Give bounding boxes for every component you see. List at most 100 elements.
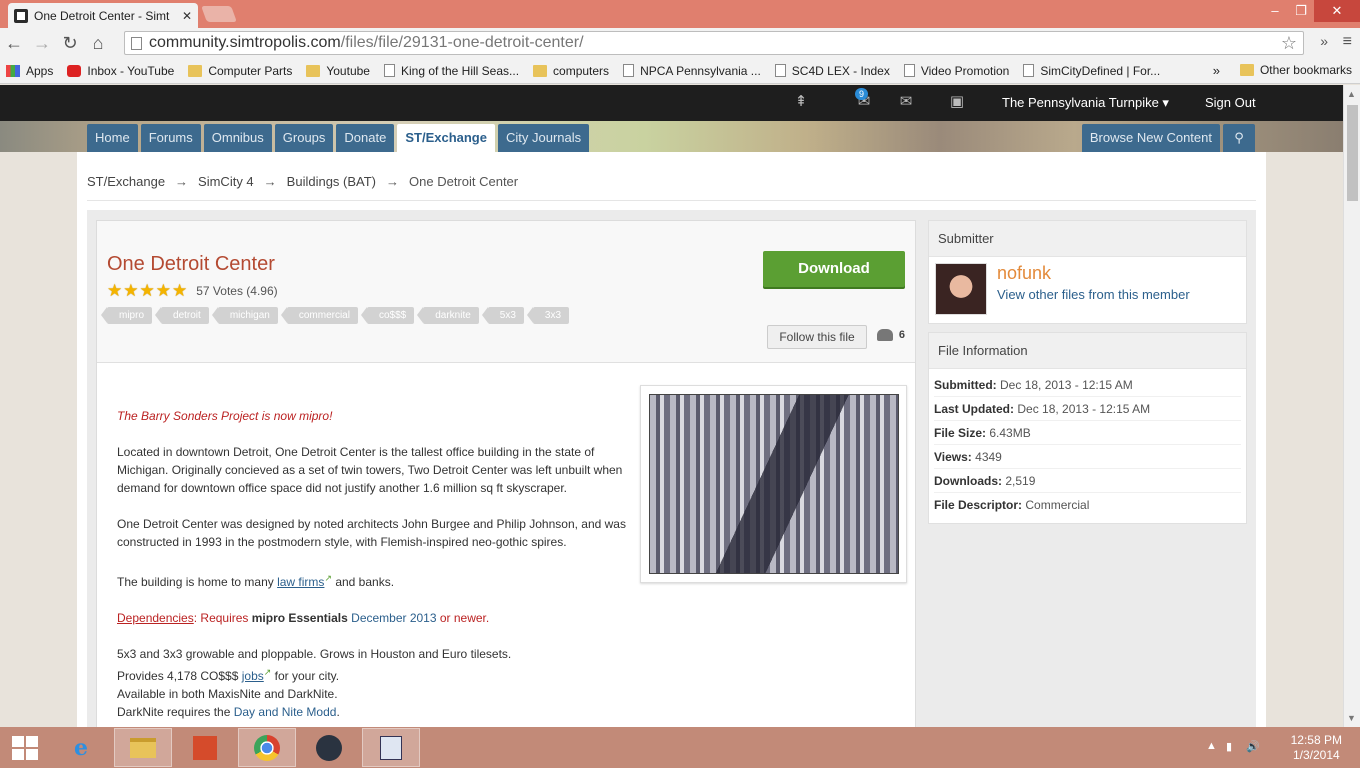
breadcrumb-simcity-4[interactable]: SimCity 4: [198, 174, 254, 189]
site-nav-strip: Home Forums Omnibus Groups Donate ST/Exc…: [0, 121, 1343, 152]
reload-icon[interactable]: ↻: [56, 33, 84, 54]
folder-icon: [1239, 64, 1254, 76]
window-titlebar: One Detroit Center - Simt ✕ – ❐ ✕: [0, 0, 1360, 28]
other-bookmarks[interactable]: Other bookmarks: [1239, 63, 1352, 77]
submitter-name[interactable]: nofunk: [997, 263, 1051, 284]
file-page-wrapper: One Detroit Center ★ ★ ★ ★ ★ 57 Votes (4…: [87, 210, 1256, 727]
extensions-overflow-icon[interactable]: »: [1320, 33, 1328, 49]
user-menu[interactable]: The Pennsylvania Turnpike ▾: [1002, 95, 1169, 111]
chrome-icon[interactable]: [238, 728, 296, 767]
bookmark-computer-parts[interactable]: Computer Parts: [188, 64, 292, 78]
scroll-up-icon[interactable]: ▲: [1347, 89, 1356, 99]
bookmark-sc4d-lex[interactable]: SC4D LEX - Index: [774, 64, 890, 78]
nav-tab-forums[interactable]: Forums: [140, 124, 201, 152]
bookmark-npca[interactable]: NPCA Pennsylvania ...: [623, 64, 761, 78]
view-other-files-link[interactable]: View other files from this member: [997, 287, 1190, 302]
back-icon[interactable]: ←: [0, 33, 28, 54]
bookmark-computers[interactable]: computers: [533, 64, 609, 78]
home-icon[interactable]: ⌂: [84, 33, 112, 54]
mipro-essentials-link[interactable]: mipro Essentials: [252, 611, 348, 625]
dependencies-line: Dependencies: Requires mipro Essentials …: [117, 611, 490, 625]
notification-count-badge: 9: [855, 88, 869, 100]
scroll-down-icon[interactable]: ▼: [1347, 713, 1356, 723]
bookmark-king-of-the-hill[interactable]: King of the Hill Seas...: [383, 64, 519, 78]
tag-list: mipro detroit michigan commercial co$$$ …: [100, 307, 578, 324]
description-line: DarkNite requires the Day and Nite Modd.: [117, 705, 340, 719]
star-icon[interactable]: ★: [156, 281, 171, 301]
internet-explorer-icon[interactable]: e: [52, 728, 110, 767]
avatar[interactable]: [935, 263, 987, 315]
tag[interactable]: commercial: [280, 307, 358, 324]
rating[interactable]: ★ ★ ★ ★ ★ 57 Votes (4.96): [107, 281, 278, 301]
clock[interactable]: 12:58 PM 1/3/2014: [1291, 733, 1342, 763]
new-tab-button[interactable]: [201, 6, 237, 22]
building-screenshot[interactable]: [649, 394, 899, 574]
steam-icon[interactable]: [300, 728, 358, 767]
law-firms-link[interactable]: law firms: [277, 575, 324, 589]
map-pin-icon[interactable]: ⚲: [1223, 124, 1255, 152]
breadcrumb-separator: →: [386, 174, 400, 189]
tag[interactable]: darknite: [417, 307, 479, 324]
bookmark-inbox-youtube[interactable]: Inbox - YouTube: [67, 64, 174, 78]
nav-tab-city-journals[interactable]: City Journals: [497, 124, 590, 152]
sign-out-link[interactable]: Sign Out: [1205, 95, 1256, 110]
tag[interactable]: 5x3: [481, 307, 524, 324]
reports-icon[interactable]: ▣: [948, 92, 966, 110]
volume-icon[interactable]: 🔊: [1246, 740, 1260, 753]
votes-count: 57 Votes (4.96): [196, 284, 278, 298]
address-bar[interactable]: community.simtropolis.com/files/file/291…: [124, 31, 1304, 55]
file-information-box: File Information Submitted: Dec 18, 2013…: [928, 332, 1247, 524]
scrollbar-thumb[interactable]: [1347, 105, 1358, 201]
star-icon[interactable]: ★: [172, 281, 187, 301]
page-icon: [623, 64, 635, 77]
tray-expand-icon[interactable]: ▲: [1206, 740, 1217, 752]
star-icon[interactable]: ★: [140, 281, 155, 301]
forward-icon[interactable]: →: [28, 33, 56, 54]
nav-tab-donate[interactable]: Donate: [336, 124, 395, 152]
nav-tab-home[interactable]: Home: [87, 124, 138, 152]
breadcrumb-buildings-bat[interactable]: Buildings (BAT): [287, 174, 376, 189]
network-icon[interactable]: ▮: [1226, 740, 1232, 753]
breadcrumb-st-exchange[interactable]: ST/Exchange: [87, 174, 165, 189]
tag[interactable]: 3x3: [526, 307, 570, 324]
info-row-file-descriptor: File Descriptor: Commercial: [934, 498, 1090, 512]
nav-tab-groups[interactable]: Groups: [274, 124, 334, 152]
messenger-icon[interactable]: ✉: [897, 92, 915, 110]
nav-tab-st-exchange[interactable]: ST/Exchange: [397, 124, 495, 152]
bookmarks-more-icon[interactable]: »: [1213, 63, 1220, 78]
url-path: /files/file/29131-one-detroit-center/: [340, 34, 584, 51]
bookmark-star-icon[interactable]: ☆: [1281, 32, 1297, 54]
minimize-icon[interactable]: –: [1262, 0, 1288, 22]
bookmark-simcitydefined[interactable]: SimCityDefined | For...: [1023, 64, 1160, 78]
windows-start-icon[interactable]: [12, 736, 38, 760]
file-explorer-icon[interactable]: [114, 728, 172, 767]
browse-new-content-button[interactable]: Browse New Content: [1081, 124, 1220, 152]
day-and-nite-modd-link[interactable]: Day and Nite Modd: [234, 705, 337, 719]
page-scrollbar[interactable]: ▲ ▼: [1343, 85, 1360, 727]
tag[interactable]: detroit: [155, 307, 209, 324]
tab-close-icon[interactable]: ✕: [182, 9, 192, 23]
screenshot-frame[interactable]: [640, 385, 907, 583]
chrome-menu-icon[interactable]: ≡: [1343, 33, 1352, 51]
tag[interactable]: michigan: [211, 307, 278, 324]
scroll-top-icon[interactable]: ⇞: [792, 92, 810, 110]
document-app-icon[interactable]: [362, 728, 420, 767]
nav-tab-omnibus[interactable]: Omnibus: [203, 124, 272, 152]
tag[interactable]: mipro: [100, 307, 153, 324]
submitter-box: Submitter nofunk View other files from t…: [928, 220, 1247, 324]
jobs-link[interactable]: jobs: [242, 669, 264, 683]
bookmark-apps[interactable]: Apps: [6, 64, 53, 78]
followers-count[interactable]: 6: [876, 329, 905, 341]
bookmark-video-promotion[interactable]: Video Promotion: [903, 64, 1009, 78]
follow-file-button[interactable]: Follow this file: [767, 325, 867, 349]
browser-tab[interactable]: One Detroit Center - Simt ✕: [8, 3, 198, 28]
download-button[interactable]: Download: [763, 251, 905, 287]
maximize-icon[interactable]: ❐: [1288, 0, 1314, 22]
star-icon[interactable]: ★: [123, 281, 138, 301]
star-icon[interactable]: ★: [107, 281, 122, 301]
bookmark-youtube-folder[interactable]: Youtube: [306, 64, 370, 78]
office-icon[interactable]: [176, 728, 234, 767]
info-row-file-size: File Size: 6.43MB: [934, 421, 1241, 445]
window-close-icon[interactable]: ✕: [1314, 0, 1360, 22]
tag[interactable]: co$$$: [360, 307, 415, 324]
